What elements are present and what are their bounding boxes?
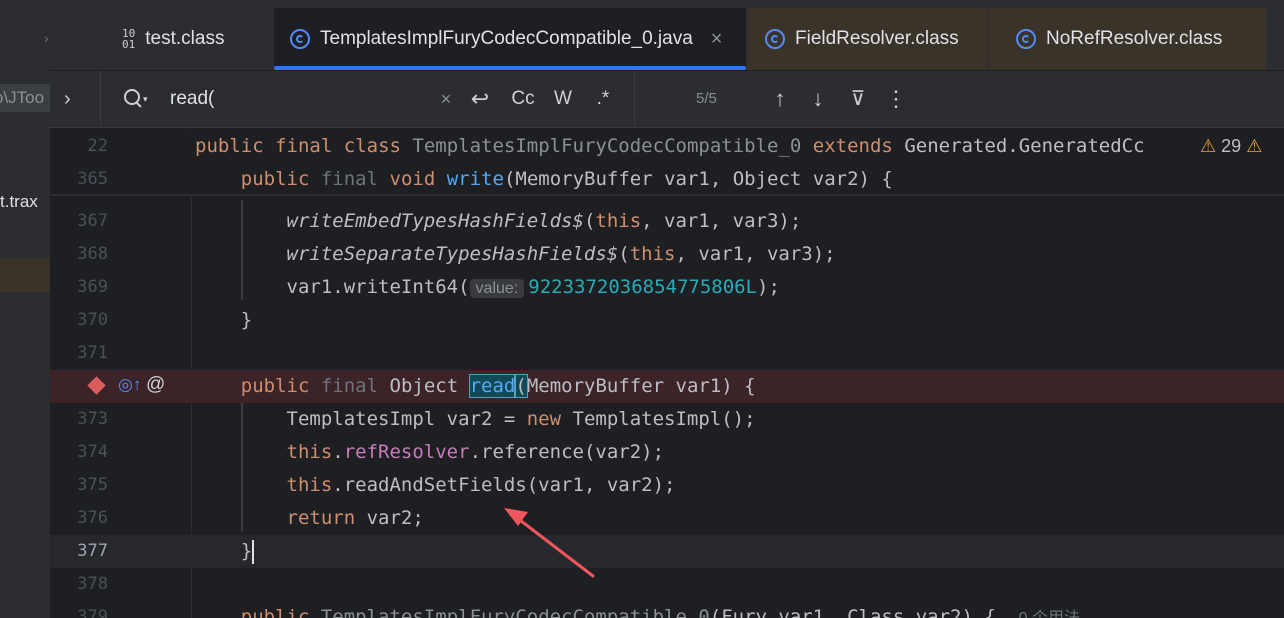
code-line[interactable]: 379 public TemplatesImplFuryCodecCompati… <box>50 601 1284 618</box>
warning-icon: ⚠ <box>1246 136 1263 156</box>
warning-indicator[interactable]: ⚠ 29 ⚠ <box>1200 136 1262 157</box>
line-number: 370 <box>77 310 108 330</box>
code-text: public final void write(MemoryBuffer var… <box>240 168 893 190</box>
project-tree-item-trax[interactable]: t.trax <box>0 192 38 212</box>
editor-tab-bar: 10 01 test.class TemplatesImplFuryCodecCo… <box>50 8 1284 71</box>
code-text: this.readAndSetFields(var1, var2); <box>286 474 676 496</box>
code-text: writeEmbedTypesHashFields$(this, var1, v… <box>286 210 802 232</box>
regex-toggle[interactable]: .* <box>590 71 616 127</box>
line-number: 368 <box>77 244 108 264</box>
warning-icon: ⚠ <box>1200 136 1217 156</box>
next-occurrence-icon[interactable]: ↓ <box>806 71 830 127</box>
divider <box>100 71 101 127</box>
tab-norefresolver-class[interactable]: NoRefResolver.class <box>988 8 1266 70</box>
line-number: 373 <box>77 409 108 429</box>
warning-count: 29 <box>1221 136 1242 156</box>
tab-label: test.class <box>145 28 225 49</box>
line-number: 365 <box>77 169 108 189</box>
code-line[interactable]: 371 <box>50 337 1284 370</box>
code-editor[interactable]: 22 public final class TemplatesImplFuryC… <box>50 128 1284 618</box>
code-line[interactable]: 369 var1.writeInt64(value: 92233720368547… <box>50 271 1284 304</box>
match-case-toggle[interactable]: Cc <box>508 71 538 127</box>
breakpoint-icon[interactable] <box>87 376 106 395</box>
code-text: var1.writeInt64(value: 922337203685477580… <box>286 276 780 298</box>
search-history-icon[interactable]: ▾ <box>122 87 150 111</box>
sticky-lines-separator <box>50 194 1284 196</box>
binary-file-icon: 10 01 <box>122 27 136 51</box>
tab-fieldresolver-class[interactable]: FieldResolver.class <box>747 8 987 70</box>
code-text: TemplatesImpl var2 = new TemplatesImpl()… <box>286 408 756 430</box>
clear-search-icon[interactable]: × <box>436 71 456 127</box>
code-line-breakpoint[interactable]: ◎↑ @ public final Object read(MemoryBuff… <box>50 370 1284 403</box>
java-class-icon <box>1016 29 1036 49</box>
code-line[interactable]: 365 public final void write(MemoryBuffer… <box>50 163 1284 196</box>
code-line[interactable]: 375 this.readAndSetFields(var1, var2); <box>50 469 1284 502</box>
code-text: this.refResolver.reference(var2); <box>286 441 665 463</box>
line-number: 374 <box>77 442 108 462</box>
project-panel: › o\JToo t.trax <box>0 8 50 618</box>
close-icon[interactable]: × <box>711 28 723 51</box>
code-line[interactable]: 374 this.refResolver.reference(var2); <box>50 436 1284 469</box>
expand-replace-icon[interactable]: › <box>64 71 71 127</box>
more-options-icon[interactable]: ⋮ <box>884 71 908 127</box>
code-line[interactable]: 367 writeEmbedTypesHashFields$(this, var… <box>50 205 1284 238</box>
tab-label: NoRefResolver.class <box>1046 28 1223 49</box>
project-panel-header: › <box>0 8 50 70</box>
annotation-icon[interactable]: @ <box>146 374 165 396</box>
code-line[interactable]: 378 <box>50 568 1284 601</box>
code-line[interactable]: 368 writeSeparateTypesHashFields$(this, … <box>50 238 1284 271</box>
code-line-current[interactable]: 377 } <box>50 535 1284 568</box>
code-text: public final class TemplatesImplFuryCode… <box>195 135 1145 157</box>
panel-more-marker: › <box>44 30 49 46</box>
line-number: 377 <box>77 541 108 561</box>
new-line-icon[interactable]: ↩ <box>468 71 492 127</box>
window-top-strip <box>0 0 1284 8</box>
java-class-icon <box>765 29 785 49</box>
code-text: writeSeparateTypesHashFields$(this, var1… <box>286 243 836 265</box>
code-line[interactable]: 373 TemplatesImpl var2 = new TemplatesIm… <box>50 403 1284 436</box>
find-bar: › ▾ × ↩ Cc W .* 5/5 ↑ ↓ ⊽ ⋮ <box>50 71 1284 128</box>
usage-hint: 0 个用法 <box>1019 610 1080 618</box>
tab-label: TemplatesImplFuryCodecCompatible_0.java <box>320 28 693 49</box>
project-path-fragment[interactable]: o\JToo <box>0 84 50 112</box>
match-count: 5/5 <box>696 90 717 107</box>
code-text: return var2; <box>286 507 424 529</box>
tab-test-class[interactable]: 10 01 test.class <box>122 8 224 70</box>
previous-occurrence-icon[interactable]: ↑ <box>768 71 792 127</box>
line-number: 375 <box>77 475 108 495</box>
line-number: 378 <box>77 574 108 594</box>
line-number: 371 <box>77 343 108 363</box>
whole-words-toggle[interactable]: W <box>550 71 576 127</box>
code-text: public TemplatesImplFuryCodecCompatible_… <box>195 601 1080 618</box>
line-number: 379 <box>77 607 108 618</box>
text-cursor <box>252 539 255 564</box>
project-tree-selected-row[interactable] <box>0 258 50 292</box>
code-text: public final Object read(MemoryBuffer va… <box>240 374 756 398</box>
code-text: } <box>240 309 253 331</box>
line-number: 376 <box>77 508 108 528</box>
java-class-icon <box>290 29 310 49</box>
parameter-hint: value: <box>469 279 525 298</box>
divider <box>634 71 635 127</box>
tab-templatesimpl-java[interactable]: TemplatesImplFuryCodecCompatible_0.java … <box>274 8 746 70</box>
line-number: 367 <box>77 211 108 231</box>
code-text: } <box>240 539 255 564</box>
filter-icon[interactable]: ⊽ <box>846 71 870 127</box>
code-line[interactable]: 370 } <box>50 304 1284 337</box>
code-line[interactable]: 376 return var2; <box>50 502 1284 535</box>
line-number: 369 <box>77 277 108 297</box>
code-line[interactable]: 22 public final class TemplatesImplFuryC… <box>50 130 1284 163</box>
search-match: read <box>468 374 517 398</box>
line-number: 22 <box>87 136 108 156</box>
active-tab-indicator <box>274 66 746 70</box>
implements-method-icon[interactable]: ◎↑ <box>118 375 141 395</box>
search-input[interactable] <box>170 85 430 113</box>
tab-label: FieldResolver.class <box>795 28 959 49</box>
